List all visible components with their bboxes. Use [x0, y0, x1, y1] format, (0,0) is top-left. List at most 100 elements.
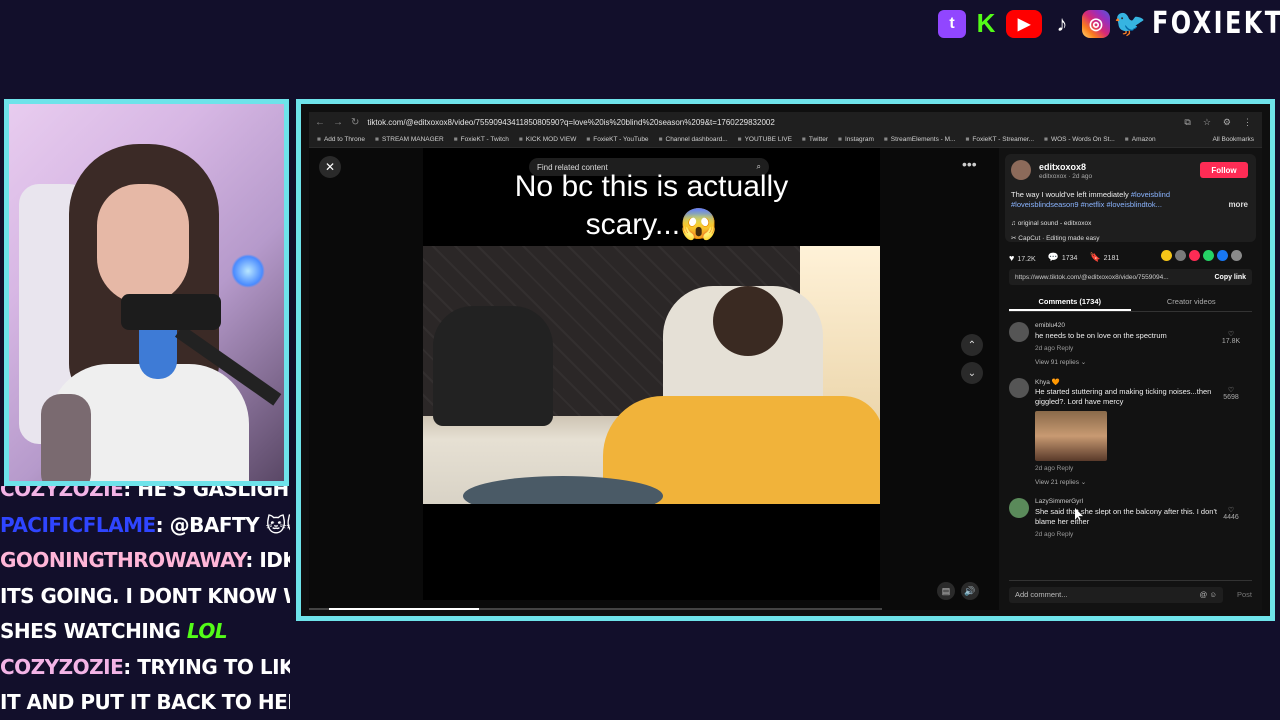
share-icons — [1161, 250, 1242, 261]
bookmark-item[interactable]: Amazon — [1125, 136, 1156, 143]
bookmark-item[interactable]: FoxieKT - Streamer... — [965, 136, 1034, 143]
send-icon[interactable] — [1189, 250, 1200, 261]
save-stat[interactable]: 🔖 2181 — [1089, 252, 1119, 263]
chat-line: ITS GOING. I DONT KNOW WHAT — [0, 579, 290, 615]
chat-username: PACIFICFLAME — [0, 512, 156, 537]
tab-comments[interactable]: Comments (1734) — [1009, 294, 1131, 311]
streamer-face — [97, 184, 189, 304]
author-name[interactable]: editxoxox8 — [1039, 162, 1086, 172]
toolbar-icons: ⧉ ☆ ⚙ ⋮ — [1184, 117, 1262, 128]
back-icon[interactable]: ← — [315, 117, 325, 128]
all-bookmarks[interactable]: All Bookmarks — [1212, 136, 1262, 143]
author-avatar[interactable] — [1011, 160, 1031, 180]
more-button[interactable]: more — [1228, 200, 1248, 209]
comment-like-count: 4446 — [1223, 514, 1239, 521]
copy-link-button[interactable]: Copy link — [1214, 274, 1252, 281]
whatsapp-icon[interactable] — [1203, 250, 1214, 261]
bookmark-item[interactable]: YOUTUBE LIVE — [738, 136, 792, 143]
comment-text: She said that she slept on the balcony a… — [1035, 507, 1217, 526]
bookmark-item[interactable]: Twitter — [802, 136, 828, 143]
save-count: 2181 — [1103, 255, 1120, 262]
bookmark-item[interactable]: KICK MOD VIEW — [519, 136, 577, 143]
comment-stat[interactable]: 💬 1734 — [1048, 252, 1078, 263]
comment-likes[interactable]: ♡ 17.8K — [1216, 330, 1246, 345]
video-player[interactable]: Find related content ⌕ No bc this is act… — [423, 148, 880, 600]
mention-icon[interactable]: @ ☺ — [1200, 590, 1223, 599]
share-icon[interactable] — [1161, 250, 1172, 261]
comment-like-count: 5698 — [1223, 394, 1239, 401]
chat-line: PACIFICFLAME: @BAFTY 🐱🐱 — [0, 508, 290, 544]
bookmarks-bar: Add to Throne STREAM MANAGER FoxieKT - T… — [309, 132, 1262, 148]
person-left — [433, 306, 553, 426]
embed-icon[interactable] — [1175, 250, 1186, 261]
bookmark-item[interactable]: StreamElements - M... — [884, 136, 956, 143]
heart-outline-icon: ♡ — [1227, 387, 1235, 394]
comment-input[interactable]: Add comment... @ ☺ — [1009, 586, 1223, 603]
volume-icon[interactable]: 🔊 — [961, 582, 979, 600]
url-field[interactable]: tiktok.com/@editxoxox8/video/75590943411… — [367, 118, 1176, 127]
chat-username: GOONINGTHROWAWAY — [0, 548, 246, 572]
close-icon[interactable]: ✕ — [319, 156, 341, 178]
commenter-name[interactable]: LazySimmerGyrl — [1035, 498, 1083, 505]
facebook-icon[interactable] — [1217, 250, 1228, 261]
view-replies[interactable]: View 21 replies ⌄ — [1035, 478, 1086, 486]
comment-gif[interactable] — [1035, 411, 1107, 461]
comment-icon: 💬 — [1047, 252, 1059, 262]
commenter-avatar[interactable] — [1009, 498, 1029, 518]
reload-icon[interactable]: ↻ — [351, 117, 359, 128]
install-icon[interactable]: ⧉ — [1184, 117, 1190, 128]
chat-message: : TRYING TO LIKE AVOID — [123, 654, 290, 679]
comment-likes[interactable]: ♡ 4446 — [1216, 506, 1246, 521]
bookmark-item[interactable]: STREAM MANAGER — [375, 136, 444, 143]
comment-placeholder: Add comment... — [1015, 590, 1068, 599]
video-frame — [423, 246, 880, 504]
comment-meta[interactable]: 2d ago Reply — [1035, 465, 1073, 472]
webcam-background — [9, 104, 284, 481]
comment-meta[interactable]: 2d ago Reply — [1035, 345, 1073, 352]
tab-creator-videos[interactable]: Creator videos — [1131, 294, 1253, 311]
more-options-icon[interactable]: ••• — [962, 156, 977, 172]
browser-window: ← → ↻ tiktok.com/@editxoxox8/video/75590… — [309, 112, 1262, 610]
like-stat[interactable]: ♥ 17.2K — [1009, 253, 1036, 263]
caption-line: scary...😱 — [585, 208, 718, 241]
caption-toggle-icon[interactable]: ▤ — [937, 582, 955, 600]
next-video-icon[interactable]: ⌄ — [961, 362, 983, 384]
heart-icon: ♥ — [1009, 252, 1015, 263]
bookmark-item[interactable]: FoxieKT - Twitch — [454, 136, 509, 143]
comment-likes[interactable]: ♡ 5698 — [1216, 386, 1246, 401]
brand-name: FOXIEKT — [1152, 6, 1280, 41]
star-icon[interactable]: ☆ — [1203, 117, 1211, 128]
forward-icon[interactable]: → — [333, 117, 343, 128]
post-comment-button[interactable]: Post — [1237, 590, 1252, 599]
bookmark-item[interactable]: Channel dashboard... — [659, 136, 728, 143]
bookmark-item[interactable]: FoxieKT - YouTube — [586, 136, 648, 143]
commenter-avatar[interactable] — [1009, 322, 1029, 342]
chat-line: IT AND PUT IT BACK TO HER — [0, 685, 290, 720]
chat-emote: LOL — [186, 619, 228, 643]
bookmark-item[interactable]: Instagram — [838, 136, 874, 143]
extensions-icon[interactable]: ⚙ — [1223, 117, 1231, 128]
chat-message: IT AND PUT IT BACK TO HER — [0, 690, 290, 714]
capcut-link[interactable]: ✂ CapCut · Editing made easy — [1011, 234, 1100, 242]
commenter-avatar[interactable] — [1009, 378, 1029, 398]
sound-link[interactable]: ♫ original sound - editxoxox — [1011, 220, 1091, 227]
commenter-name[interactable]: emiblu420 — [1035, 322, 1065, 329]
twitch-icon: t — [938, 9, 966, 38]
menu-icon[interactable]: ⋮ — [1243, 117, 1252, 128]
video-caption: No bc this is actually scary...😱 — [423, 168, 880, 244]
view-replies[interactable]: View 91 replies ⌄ — [1035, 358, 1086, 366]
chat-line: GOONINGTHROWAWAY: IDK HOW — [0, 543, 290, 579]
follow-button[interactable]: Follow — [1200, 162, 1248, 178]
lamp-glow — [231, 254, 265, 288]
forward-share-icon[interactable] — [1231, 250, 1242, 261]
kick-icon: K — [976, 8, 996, 38]
bookmark-item[interactable]: WOS - Words On St... — [1044, 136, 1115, 143]
chat-line: SHES WATCHING LOL — [0, 614, 290, 650]
post-panel: editxoxox8 editxoxox · 2d ago Follow The… — [999, 148, 1262, 610]
streamer-arm — [41, 394, 91, 481]
comment-meta[interactable]: 2d ago Reply — [1035, 531, 1073, 538]
bookmark-item[interactable]: Add to Throne — [317, 136, 365, 143]
prev-video-icon[interactable]: ⌃ — [961, 334, 983, 356]
commenter-name[interactable]: Khya 🧡 — [1035, 378, 1060, 386]
heart-outline-icon: ♡ — [1227, 507, 1235, 514]
